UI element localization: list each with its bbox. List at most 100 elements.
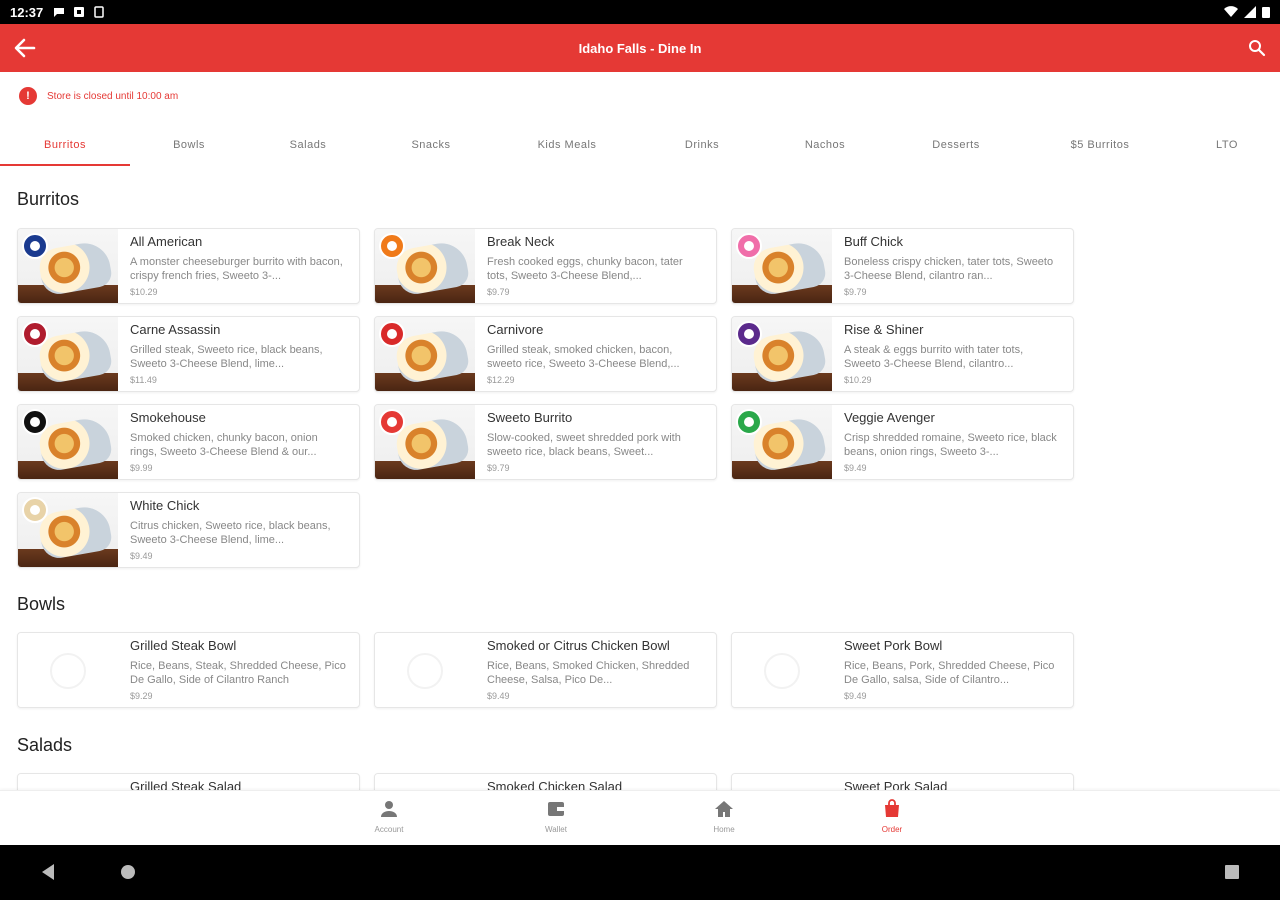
nav-home-label: Home [713, 825, 735, 834]
system-back-icon[interactable] [40, 863, 56, 881]
alert-icon: ! [19, 87, 37, 105]
menu-item-card[interactable]: Buff Chick Boneless crispy chicken, tate… [731, 228, 1074, 304]
menu-item-price: $10.29 [130, 287, 158, 297]
menu-content[interactable]: Burritos All American A monster cheesebu… [0, 172, 1280, 790]
wifi-icon [1224, 6, 1238, 18]
menu-item-description: Boneless crispy chicken, tater tots, Swe… [844, 256, 1054, 282]
menu-item-card[interactable]: Grilled Steak Bowl Rice, Beans, Steak, S… [17, 632, 360, 708]
mascot-badge-icon [736, 233, 762, 259]
menu-item-price: $9.79 [487, 287, 510, 297]
app-bar: Idaho Falls - Dine In [0, 24, 1280, 72]
section-title-burritos: Burritos [17, 189, 80, 209]
mascot-badge-icon [379, 233, 405, 259]
tab-drinks[interactable]: Drinks [640, 128, 764, 162]
app-notification-icon [74, 7, 85, 17]
menu-item-price: $11.49 [130, 375, 157, 385]
nav-wallet[interactable]: Wallet [516, 799, 596, 834]
menu-item-name: Veggie Avenger [844, 410, 935, 425]
menu-item-price: $9.49 [487, 691, 510, 701]
nav-account[interactable]: Account [349, 799, 429, 834]
menu-item-card[interactable]: Smoked Chicken Salad [374, 773, 717, 790]
menu-item-card[interactable]: Break Neck Fresh cooked eggs, chunky bac… [374, 228, 717, 304]
mascot-badge-icon [736, 321, 762, 347]
menu-item-card[interactable]: Sweet Pork Bowl Rice, Beans, Pork, Shred… [731, 632, 1074, 708]
tab-snacks[interactable]: Snacks [368, 128, 494, 162]
menu-item-name: Buff Chick [844, 234, 904, 249]
menu-item-image [18, 405, 118, 479]
menu-item-card[interactable]: Smokehouse Smoked chicken, chunky bacon,… [17, 404, 360, 480]
menu-item-card[interactable]: Sweeto Burrito Slow-cooked, sweet shredd… [374, 404, 717, 480]
menu-item-card[interactable]: Carne Assassin Grilled steak, Sweeto ric… [17, 316, 360, 392]
menu-item-card[interactable]: Smoked or Citrus Chicken Bowl Rice, Bean… [374, 632, 717, 708]
tab-salads[interactable]: Salads [248, 128, 368, 162]
menu-item-price: $9.49 [844, 691, 867, 701]
sim-notification-icon [94, 6, 104, 18]
tab-kids-meals[interactable]: Kids Meals [494, 128, 640, 162]
menu-item-name: Smokehouse [130, 410, 206, 425]
menu-item-name: Smoked or Citrus Chicken Bowl [487, 638, 670, 653]
tab-burritos[interactable]: Burritos [0, 128, 130, 166]
menu-item-description: Rice, Beans, Smoked Chicken, Shredded Ch… [487, 660, 690, 686]
status-time: 12:37 [10, 4, 44, 20]
menu-item-name: Carne Assassin [130, 322, 221, 337]
menu-item-card[interactable]: All American A monster cheeseburger burr… [17, 228, 360, 304]
mascot-badge-icon [22, 497, 48, 523]
menu-item-card[interactable]: White Chick Citrus chicken, Sweeto rice,… [17, 492, 360, 568]
menu-item-description: Slow-cooked, sweet shredded pork with sw… [487, 432, 681, 458]
signal-icon [1244, 6, 1256, 18]
menu-item-name: Smoked Chicken Salad [487, 779, 623, 790]
mascot-badge-icon [22, 409, 48, 435]
menu-item-price: $9.99 [130, 463, 153, 473]
menu-item-price: $12.29 [487, 375, 515, 385]
menu-item-description: Citrus chicken, Sweeto rice, black beans… [130, 520, 331, 546]
system-home-icon[interactable] [120, 863, 136, 881]
placeholder-logo-icon [732, 633, 832, 707]
section-title-bowls: Bowls [17, 594, 66, 614]
tab-desserts[interactable]: Desserts [886, 128, 1026, 162]
menu-item-image [732, 405, 832, 479]
menu-item-image [18, 317, 118, 391]
menu-item-name: Rise & Shiner [844, 322, 924, 337]
system-recents-icon[interactable] [1224, 863, 1240, 881]
category-tabs: Burritos Bowls Salads Snacks Kids Meals … [0, 128, 1280, 168]
person-icon [381, 801, 397, 817]
menu-item-image [375, 405, 475, 479]
menu-item-name: All American [130, 234, 203, 249]
placeholder-logo-icon [18, 633, 118, 707]
back-arrow-icon[interactable] [12, 36, 38, 60]
menu-item-description: A steak & eggs burrito with tater tots, … [844, 344, 1024, 370]
nav-wallet-label: Wallet [545, 825, 567, 834]
system-nav-bar [0, 845, 1280, 900]
menu-item-description: Rice, Beans, Steak, Shredded Cheese, Pic… [130, 660, 346, 686]
mascot-badge-icon [379, 409, 405, 435]
menu-item-price: $10.29 [844, 375, 872, 385]
menu-item-price: $9.49 [130, 551, 153, 561]
tab-nachos[interactable]: Nachos [764, 128, 886, 162]
menu-item-card[interactable]: Grilled Steak Salad [17, 773, 360, 790]
placeholder-logo-icon [732, 774, 832, 790]
placeholder-logo-icon [375, 774, 475, 790]
menu-item-card[interactable]: Sweet Pork Salad [731, 773, 1074, 790]
status-bar: 12:37 [0, 0, 1280, 24]
placeholder-logo-icon [18, 774, 118, 790]
tab-bowls[interactable]: Bowls [130, 128, 248, 162]
menu-item-description: Fresh cooked eggs, chunky bacon, tater t… [487, 256, 683, 282]
menu-item-price: $9.79 [844, 287, 867, 297]
menu-item-image [18, 229, 118, 303]
tab-lto[interactable]: LTO [1174, 128, 1280, 162]
menu-item-name: Sweeto Burrito [487, 410, 573, 425]
mascot-badge-icon [22, 233, 48, 259]
menu-item-image [18, 493, 118, 567]
menu-item-card[interactable]: Veggie Avenger Crisp shredded romaine, S… [731, 404, 1074, 480]
tab-5-burritos[interactable]: $5 Burritos [1026, 128, 1174, 162]
search-icon[interactable] [1248, 39, 1266, 57]
nav-home[interactable]: Home [684, 799, 764, 834]
home-icon [715, 801, 733, 817]
menu-item-card[interactable]: Rise & Shiner A steak & eggs burrito wit… [731, 316, 1074, 392]
bag-icon [885, 799, 899, 817]
nav-order[interactable]: Order [852, 799, 932, 834]
menu-item-image [375, 229, 475, 303]
menu-item-name: Carnivore [487, 322, 544, 337]
menu-item-card[interactable]: Carnivore Grilled steak, smoked chicken,… [374, 316, 717, 392]
store-closed-text: Store is closed until 10:00 am [47, 90, 179, 102]
